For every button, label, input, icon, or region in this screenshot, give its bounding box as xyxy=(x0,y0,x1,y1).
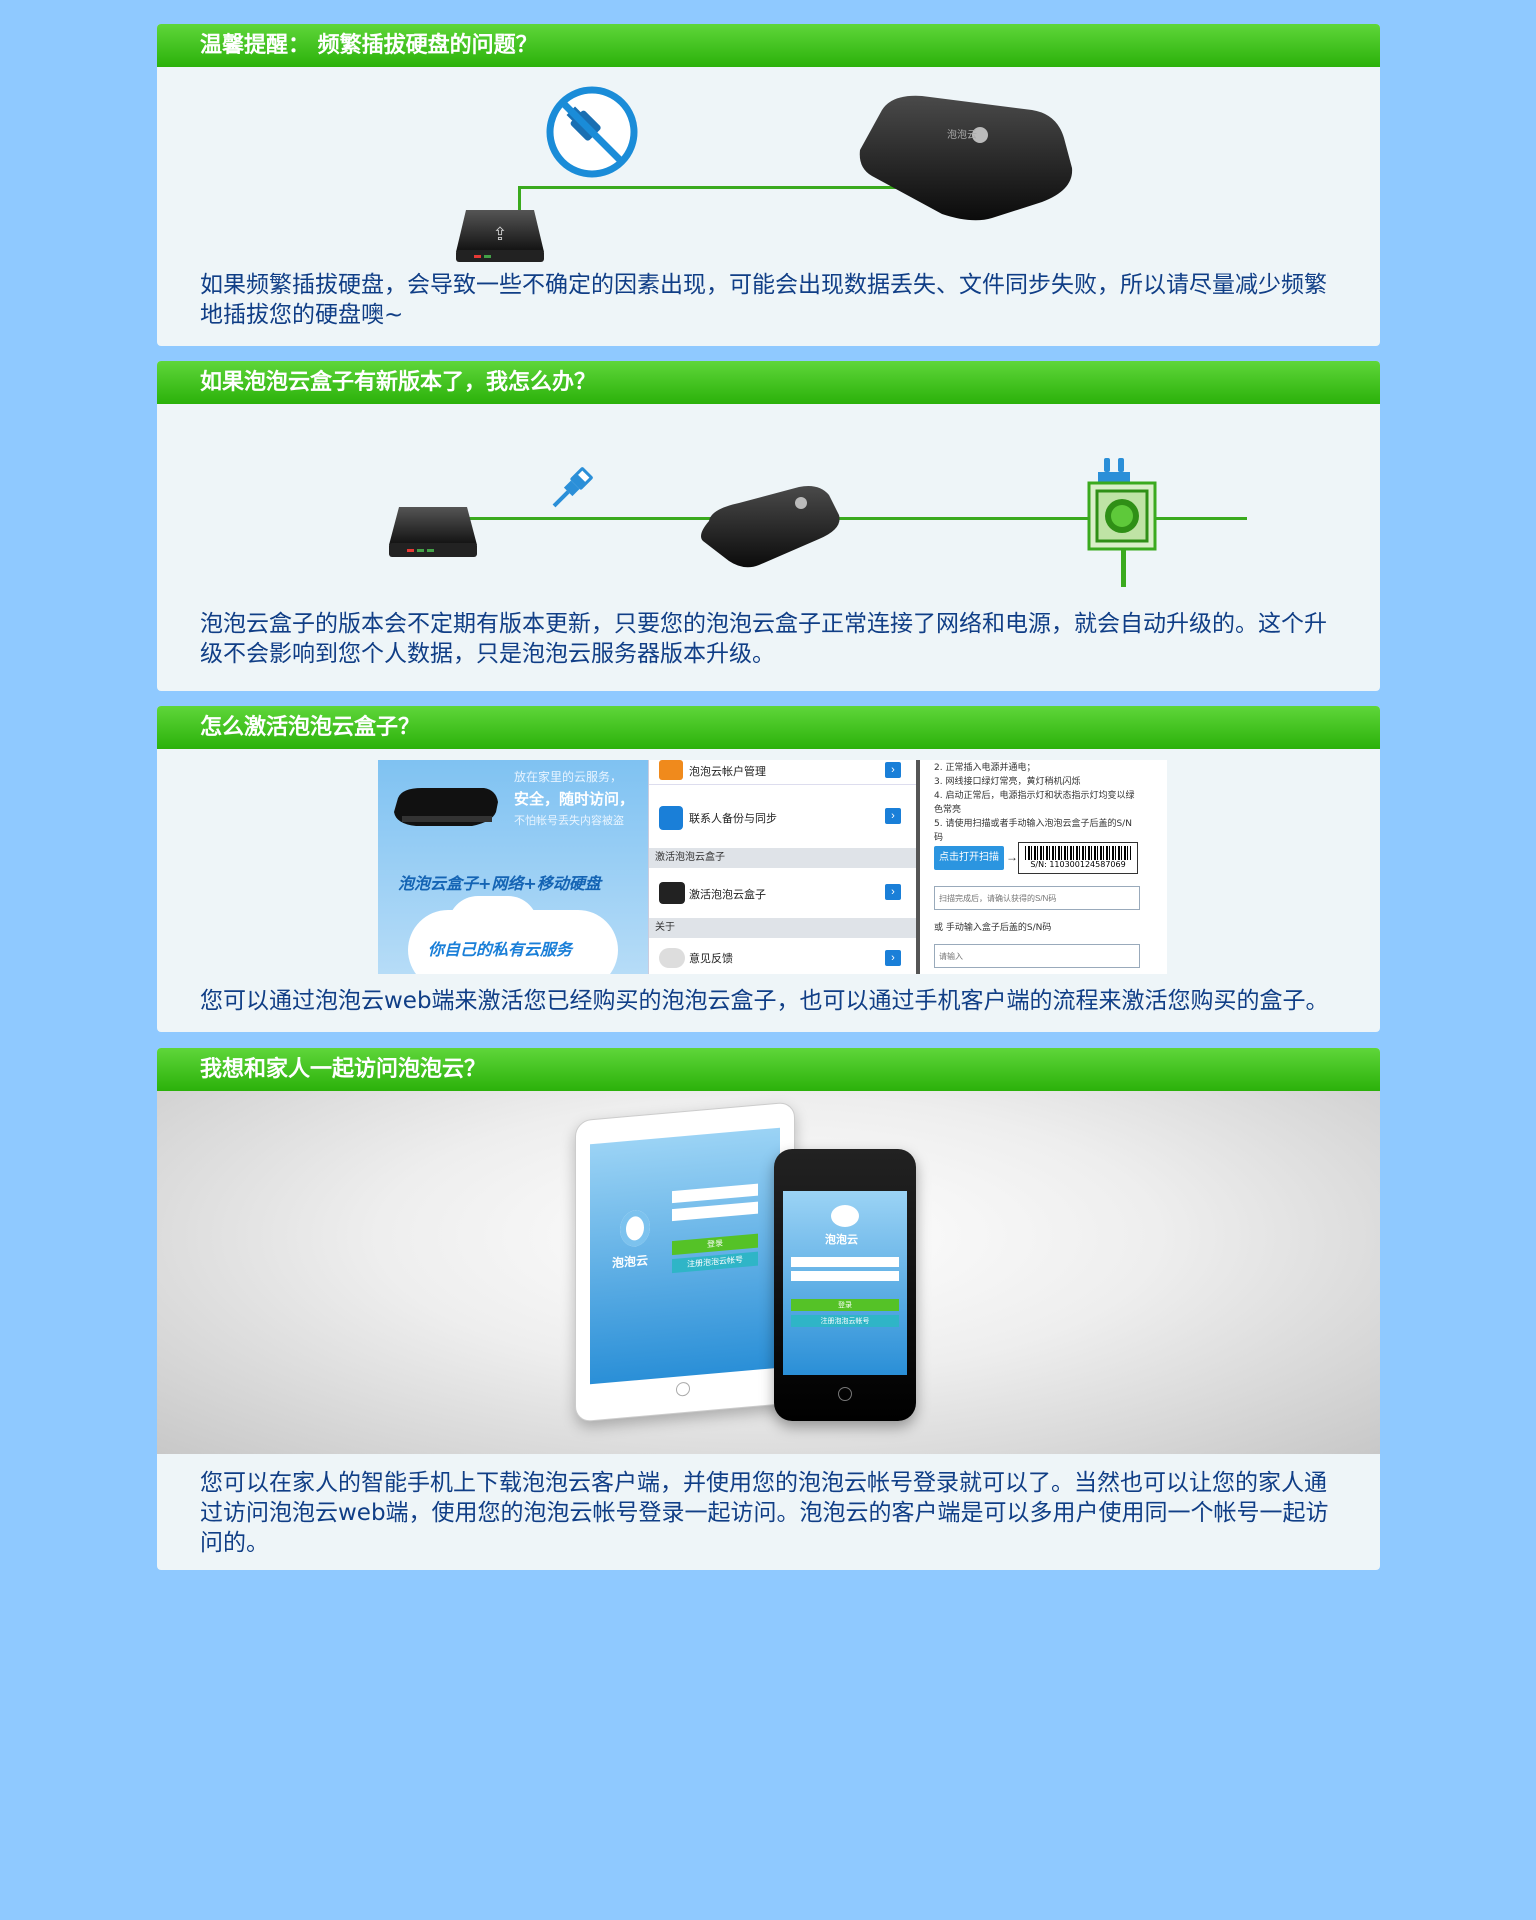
promo-slogan: 你自己的私有云服务 xyxy=(428,940,573,959)
devices-showcase: 泡泡云 登录 注册泡泡云帐号 泡泡云 登录 注册泡泡云帐号 xyxy=(157,1091,1380,1454)
phone-app-name: 泡泡云 xyxy=(825,1233,858,1246)
promo-formula: 泡泡云盒子+网络+移动硬盘 xyxy=(398,874,601,893)
menu-item-label: 泡泡云帐户管理 xyxy=(689,765,766,778)
menu-item[interactable]: 激活泡泡云盒子 › xyxy=(649,868,917,919)
usb-cable-icon xyxy=(543,461,599,517)
menu-group-label: 关于 xyxy=(649,918,917,938)
phone-screen: 泡泡云 登录 注册泡泡云帐号 xyxy=(783,1191,907,1375)
activation-steps-panel: 2. 正常插入电源并通电； 3. 网线接口绿灯常亮，黄灯稍机闪烁 4. 启动正常… xyxy=(916,760,1167,974)
section-text: 您可以在家人的智能手机上下载泡泡云客户端，并使用您的泡泡云帐号登录就可以了。当然… xyxy=(200,1470,1329,1556)
promo-line2: 安全，随时访问， xyxy=(514,790,635,808)
section-hdd-warning: 温馨提醒： 频繁插拔硬盘的问题？ ⇪ 泡泡云 如果频繁插拔硬盘，会导致一些不确定… xyxy=(157,24,1380,346)
promo-line3: 不怕帐号丢失内容被盗 xyxy=(514,814,624,827)
section-title: 怎么激活泡泡云盒子？ xyxy=(157,706,1380,749)
register-button[interactable]: 注册泡泡云帐号 xyxy=(672,1251,758,1274)
step-line: 2. 正常插入电源并通电； xyxy=(934,763,1036,773)
register-button[interactable]: 注册泡泡云帐号 xyxy=(791,1315,899,1327)
barcode-stripes xyxy=(1025,846,1131,860)
section-activate-box: 怎么激活泡泡云盒子？ 放在家里的云服务， 安全，随时访问， 不怕帐号丢失内容被盗… xyxy=(157,706,1380,1032)
no-unplug-icon xyxy=(544,84,640,180)
step-line: 4. 启动正常后，电源指示灯和状态指示灯均变以绿 xyxy=(934,791,1135,801)
arrow-right-icon: → xyxy=(1006,850,1018,864)
wall-socket-icon xyxy=(1087,481,1157,551)
sn-label: S/N: 110300124587069 xyxy=(1030,860,1126,869)
cloud-box-device xyxy=(689,481,849,577)
chevron-right-icon: › xyxy=(885,884,901,900)
manual-input-label: 或 手动输入盒子后盖的S/N码 xyxy=(934,923,1052,933)
barcode-label: S/N: 110300124587069 xyxy=(1018,842,1138,874)
home-button xyxy=(838,1387,852,1401)
app-menu-panel: 泡泡云帐户管理 › 联系人备份与同步 › 激活泡泡云盒子 激活泡泡云盒子 › 关… xyxy=(648,760,917,974)
section-title: 我想和家人一起访问泡泡云？ xyxy=(157,1048,1380,1091)
chevron-right-icon: › xyxy=(885,762,901,778)
username-field[interactable] xyxy=(672,1183,758,1204)
menu-item-label: 意见反馈 xyxy=(689,952,733,965)
section-family-access: 我想和家人一起访问泡泡云？ 泡泡云 登录 注册泡泡云帐号 泡泡云 登录 注册泡泡… xyxy=(157,1048,1380,1570)
step-line: 码 xyxy=(934,833,944,843)
section-title: 温馨提醒： 频繁插拔硬盘的问题？ xyxy=(157,24,1380,67)
section-title: 如果泡泡云盒子有新版本了，我怎么办？ xyxy=(157,361,1380,404)
cloud-box-device xyxy=(394,788,498,826)
contacts-icon xyxy=(659,806,683,830)
step-line: 3. 网线接口绿灯常亮，黄灯稍机闪烁 xyxy=(934,777,1081,787)
menu-item[interactable]: 联系人备份与同步 › xyxy=(649,788,917,849)
hard-drive-icon xyxy=(385,501,481,563)
section-version-update: 如果泡泡云盒子有新版本了，我怎么办？ 泡泡云盒子的版本会不定期有版本更新，只要您… xyxy=(157,361,1380,691)
cloud-logo-icon xyxy=(620,1209,650,1248)
sn-manual-input[interactable] xyxy=(934,944,1140,968)
cloud-box-device: 泡泡云 xyxy=(852,90,1082,230)
menu-item[interactable]: 泡泡云帐户管理 › xyxy=(649,760,917,785)
promo-line1: 放在家里的云服务， xyxy=(514,770,623,784)
section-text: 如果频繁插拔硬盘，会导致一些不确定的因素出现，可能会出现数据丢失、文件同步失败，… xyxy=(200,272,1327,328)
box-icon xyxy=(659,882,685,904)
hard-drive-icon: ⇪ xyxy=(452,204,548,266)
step-line: 色常亮 xyxy=(934,805,962,815)
home-button xyxy=(676,1381,690,1397)
svg-text:⇪: ⇪ xyxy=(492,224,507,244)
section-text: 您可以通过泡泡云web端来激活您已经购买的泡泡云盒子，也可以通过手机客户端的流程… xyxy=(200,988,1329,1014)
tablet-device: 泡泡云 登录 注册泡泡云帐号 xyxy=(575,1101,795,1423)
chevron-right-icon: › xyxy=(885,808,901,824)
menu-group-label: 激活泡泡云盒子 xyxy=(649,848,917,868)
scan-result-input[interactable] xyxy=(934,886,1140,910)
menu-item[interactable]: 意见反馈 › xyxy=(649,940,917,974)
menu-item-label: 联系人备份与同步 xyxy=(689,812,777,825)
tablet-app-name: 泡泡云 xyxy=(612,1253,649,1271)
promo-panel: 放在家里的云服务， 安全，随时访问， 不怕帐号丢失内容被盗 泡泡云盒子+网络+移… xyxy=(378,760,648,974)
account-icon xyxy=(659,760,683,780)
section-text: 泡泡云盒子的版本会不定期有版本更新，只要您的泡泡云盒子正常连接了网络和电源，就会… xyxy=(200,611,1327,667)
step-line: 5. 请使用扫描或者手动输入泡泡云盒子后盖的S/N xyxy=(934,819,1132,829)
menu-item-label: 激活泡泡云盒子 xyxy=(689,888,766,901)
tablet-screen: 泡泡云 登录 注册泡泡云帐号 xyxy=(590,1127,780,1385)
cloud-logo-icon xyxy=(831,1205,859,1227)
box-logo-text: 泡泡云 xyxy=(947,128,977,141)
password-field[interactable] xyxy=(672,1201,758,1222)
feedback-icon xyxy=(659,948,685,968)
scan-button[interactable]: 点击打开扫描 xyxy=(934,846,1004,870)
chevron-right-icon: › xyxy=(885,950,901,966)
username-field[interactable] xyxy=(791,1257,899,1267)
login-button[interactable]: 登录 xyxy=(791,1299,899,1311)
phone-device: 泡泡云 登录 注册泡泡云帐号 xyxy=(774,1149,916,1421)
password-field[interactable] xyxy=(791,1271,899,1281)
